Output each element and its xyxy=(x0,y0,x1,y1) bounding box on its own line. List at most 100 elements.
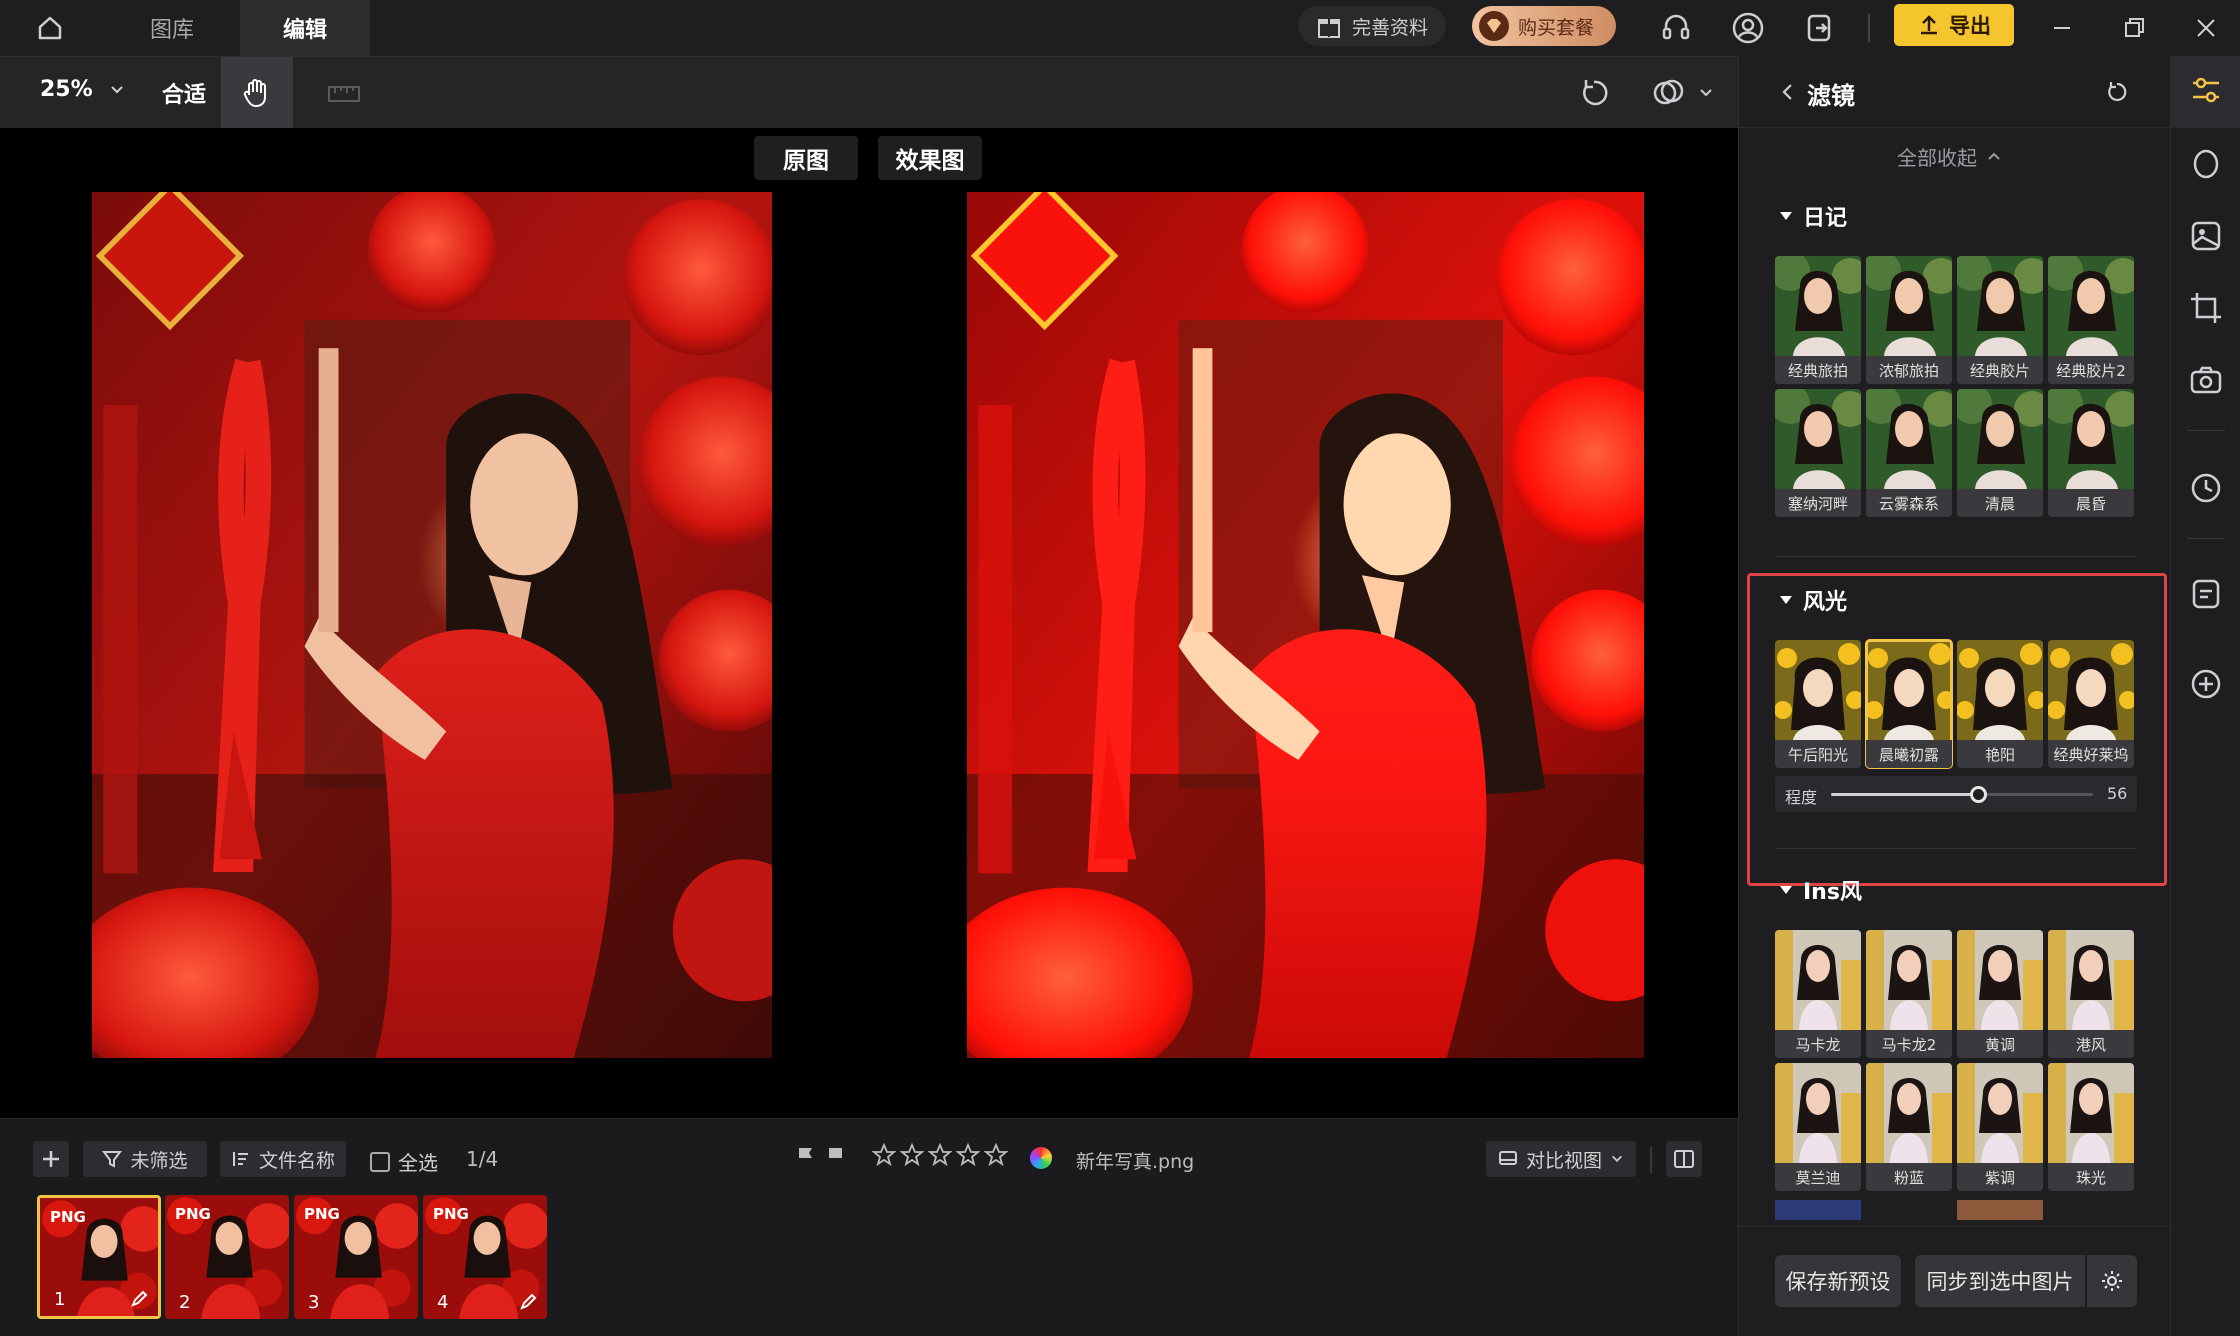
history-icon[interactable] xyxy=(2188,470,2224,506)
reset-filter-icon[interactable] xyxy=(2103,78,2131,106)
flag-buttons[interactable] xyxy=(796,1145,846,1167)
filter-button[interactable]: 未筛选 xyxy=(83,1141,207,1177)
select-all-checkbox[interactable]: 全选 xyxy=(370,1147,438,1176)
section-title: 日记 xyxy=(1803,206,1848,231)
flag-icon[interactable] xyxy=(796,1145,816,1167)
slider-track[interactable] xyxy=(1831,786,2093,803)
filter-item[interactable]: 经典胶片2 xyxy=(2048,256,2134,384)
thumbnail-1[interactable]: PNG 1 xyxy=(37,1195,161,1319)
filter-item[interactable]: 浓郁旅拍 xyxy=(1866,256,1952,384)
restore-icon[interactable] xyxy=(2116,10,2152,46)
color-label-icon[interactable] xyxy=(1030,1147,1052,1169)
ruler-icon[interactable] xyxy=(326,77,362,109)
filter-item[interactable]: 云雾森系 xyxy=(1866,389,1952,517)
tab-edit[interactable]: 编辑 xyxy=(240,0,370,56)
save-preset-button[interactable]: 保存新预设 xyxy=(1775,1255,1901,1307)
add-image-button[interactable] xyxy=(33,1141,69,1177)
overlay-dropdown[interactable] xyxy=(1650,75,1714,111)
filmstrip-bar: 未筛选 文件名称 全选 1/4 新年写真.png 对比视图 PNG 1 PNG xyxy=(0,1118,1738,1336)
section-divider xyxy=(1775,848,2137,849)
share-icon[interactable] xyxy=(1802,10,1838,46)
slider-handle[interactable] xyxy=(1970,786,1987,803)
filter-item[interactable]: 艳阳 xyxy=(1957,640,2043,768)
filter-item[interactable]: 经典好莱坞 xyxy=(2048,640,2134,768)
zoom-dropdown[interactable]: 25% xyxy=(40,77,125,102)
rail-divider xyxy=(2187,538,2225,539)
star-icon[interactable] xyxy=(984,1143,1008,1167)
reset-icon[interactable] xyxy=(1576,75,1612,111)
filter-label: 午后阳光 xyxy=(1775,740,1861,768)
minimize-icon[interactable] xyxy=(2044,10,2080,46)
compare-view-dropdown[interactable]: 对比视图 xyxy=(1486,1141,1636,1177)
face-icon[interactable] xyxy=(2188,146,2224,182)
filter-label: 马卡龙2 xyxy=(1866,1030,1952,1058)
home-icon xyxy=(38,16,62,40)
camera-icon[interactable] xyxy=(2188,362,2224,398)
thumbnail-3[interactable]: PNG 3 xyxy=(294,1195,418,1319)
hand-tool-button[interactable] xyxy=(221,57,293,129)
filter-label: 艳阳 xyxy=(1957,740,2043,768)
split-view-icon xyxy=(1674,1150,1694,1168)
notes-icon[interactable] xyxy=(2188,576,2224,612)
filter-label: 经典旅拍 xyxy=(1775,356,1861,384)
effect-image[interactable] xyxy=(967,192,1644,1058)
filter-item[interactable]: 紫调 xyxy=(1957,1063,2043,1191)
partial-row xyxy=(1775,1200,2137,1220)
sort-button[interactable]: 文件名称 xyxy=(220,1141,346,1177)
filter-item[interactable]: 马卡龙2 xyxy=(1866,930,1952,1058)
overlap-circles-icon xyxy=(1653,79,1684,105)
close-icon[interactable] xyxy=(2188,10,2224,46)
filter-item[interactable]: 莫兰迪 xyxy=(1775,1063,1861,1191)
filter-item[interactable]: 粉蓝 xyxy=(1866,1063,1952,1191)
sync-to-selected-button[interactable]: 同步到选中图片 xyxy=(1915,1255,2085,1307)
filter-item-selected[interactable]: 晨曦初露 xyxy=(1865,639,1953,769)
section-header-diary[interactable]: 日记 xyxy=(1779,200,1847,232)
split-view-button[interactable] xyxy=(1666,1141,1702,1177)
filter-item[interactable]: 马卡龙 xyxy=(1775,930,1861,1058)
filter-item[interactable]: 珠光 xyxy=(2048,1063,2134,1191)
thumbnail-4[interactable]: PNG 4 xyxy=(423,1195,547,1319)
filter-item[interactable]: 黄调 xyxy=(1957,930,2043,1058)
collapse-all-label: 全部收起 xyxy=(1897,146,1977,170)
section-header-landscape[interactable]: 风光 xyxy=(1779,584,1847,616)
collapse-all-button[interactable]: 全部收起 xyxy=(1897,142,2001,171)
star-icon[interactable] xyxy=(956,1143,980,1167)
filter-item-partial[interactable] xyxy=(1866,1200,1952,1220)
add-circle-icon[interactable] xyxy=(2188,666,2224,702)
filter-item[interactable]: 经典胶片 xyxy=(1957,256,2043,384)
export-button[interactable]: 导出 xyxy=(1894,4,2014,46)
flag-reject-icon[interactable] xyxy=(826,1145,846,1167)
complete-profile-button[interactable]: 完善资料 xyxy=(1298,6,1446,46)
filter-item[interactable]: 午后阳光 xyxy=(1775,640,1861,768)
filter-item[interactable]: 塞纳河畔 xyxy=(1775,389,1861,517)
separator xyxy=(1868,14,1870,42)
image-adjust-icon[interactable] xyxy=(2188,218,2224,254)
filter-item-partial[interactable] xyxy=(1775,1200,1861,1220)
section-header-ins[interactable]: Ins风 xyxy=(1779,874,1862,906)
filter-label: 经典胶片2 xyxy=(2048,356,2134,384)
filter-item[interactable]: 清晨 xyxy=(1957,389,2043,517)
filter-grid-landscape: 午后阳光 晨曦初露 艳阳 经典好莱坞 xyxy=(1775,639,2134,769)
thumbnail-2[interactable]: PNG 2 xyxy=(165,1195,289,1319)
star-icon[interactable] xyxy=(928,1143,952,1167)
filter-item[interactable]: 晨昏 xyxy=(2048,389,2134,517)
user-icon[interactable] xyxy=(1730,10,1766,46)
star-icon[interactable] xyxy=(872,1143,896,1167)
headset-icon[interactable] xyxy=(1658,10,1694,46)
sliders-icon xyxy=(2193,77,2219,103)
sync-settings-button[interactable] xyxy=(2087,1255,2137,1307)
filter-item[interactable]: 港风 xyxy=(2048,930,2134,1058)
original-image[interactable] xyxy=(92,192,772,1058)
crop-icon[interactable] xyxy=(2188,290,2224,326)
filter-item[interactable]: 经典旅拍 xyxy=(1775,256,1861,384)
rail-item-filter-active[interactable] xyxy=(2171,56,2240,128)
back-chevron-icon[interactable] xyxy=(1779,82,1797,102)
buy-package-button[interactable]: 购买套餐 xyxy=(1472,6,1616,46)
tab-gallery[interactable]: 图库 xyxy=(107,0,237,56)
triangle-down-icon xyxy=(1780,886,1792,894)
star-rating[interactable] xyxy=(872,1143,1008,1167)
home-button[interactable] xyxy=(30,8,70,48)
filter-item-partial[interactable] xyxy=(1957,1200,2043,1220)
star-icon[interactable] xyxy=(900,1143,924,1167)
fit-button[interactable]: 合适 xyxy=(162,77,206,109)
